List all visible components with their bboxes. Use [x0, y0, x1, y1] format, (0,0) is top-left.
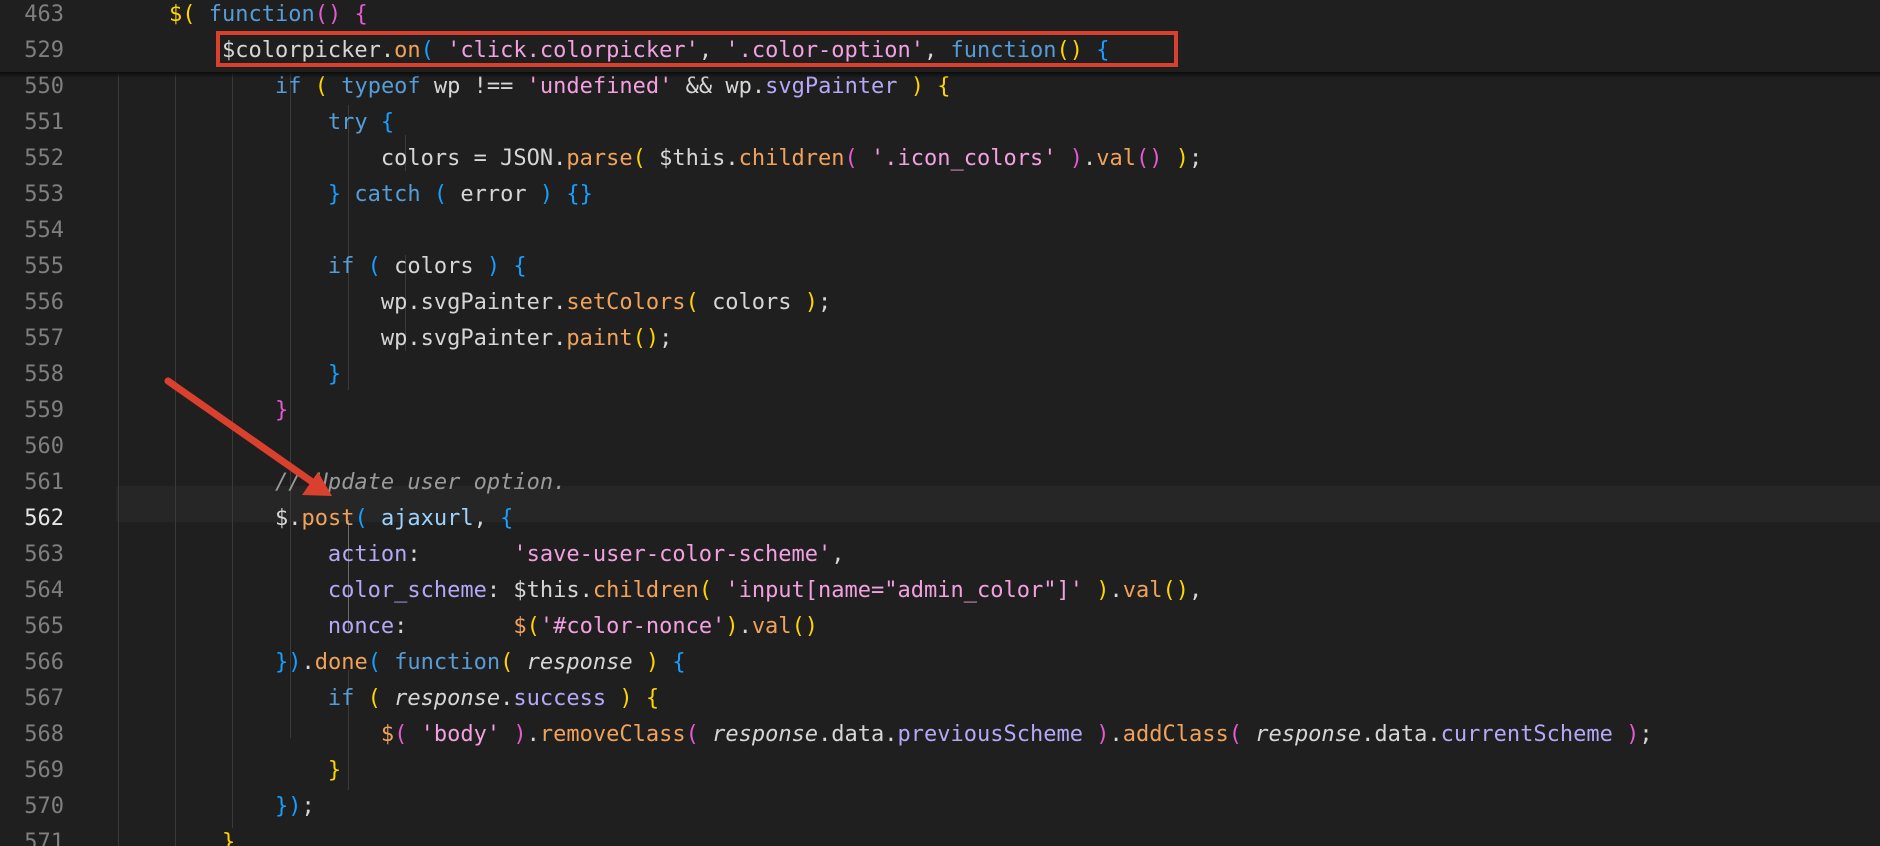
annotation-arrow-icon: [164, 377, 332, 496]
code-editor[interactable]: 463 $( function() {529 $colorpicker.on( …: [0, 0, 1880, 846]
